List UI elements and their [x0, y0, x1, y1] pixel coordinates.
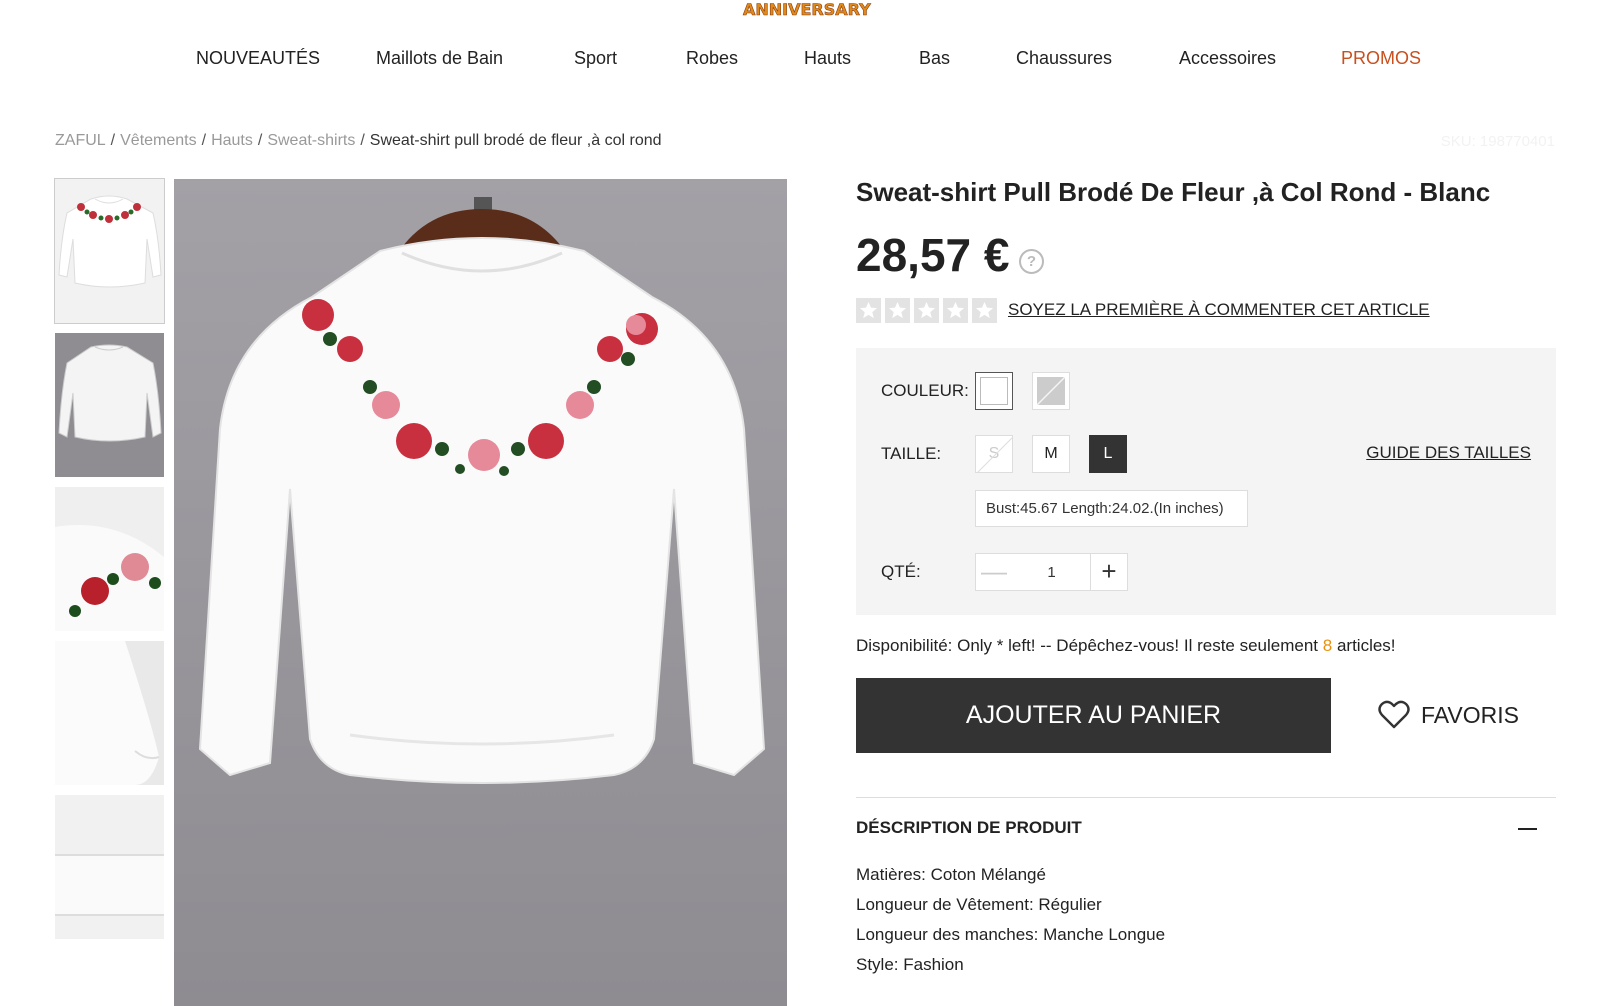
breadcrumb: ZAFUL / Vêtements / Hauts / Sweat-shirts / Sweat…: [55, 132, 662, 150]
color-swatch-white[interactable]: [975, 372, 1013, 410]
add-to-cart-button[interactable]: AJOUTER AU PANIER: [856, 678, 1331, 753]
site-logo[interactable]: ANNIVERSARY: [743, 0, 871, 24]
sleeve-detail-thumb-image: [55, 487, 164, 631]
quantity-increase-button[interactable]: +: [1090, 553, 1128, 591]
breadcrumb-separator: /: [257, 132, 263, 149]
description-line: Matières: Coton Mélangé: [856, 865, 1046, 884]
thumbnail-hem[interactable]: [55, 795, 164, 939]
sweatshirt-photo: [174, 179, 787, 1006]
thumbnail-sleeve[interactable]: [55, 487, 164, 631]
size-measurements: Bust:45.67 Length:24.02.(In inches): [975, 490, 1248, 527]
star-icon: [914, 298, 939, 323]
section-divider: [856, 797, 1556, 798]
breadcrumb-separator: /: [201, 132, 207, 149]
nav-item-chaussures[interactable]: Chaussures: [1016, 48, 1112, 69]
quantity-label: QTÉ:: [881, 562, 921, 581]
nav-item-promos[interactable]: PROMOS: [1341, 48, 1421, 69]
nav-item-accessoires[interactable]: Accessoires: [1179, 48, 1276, 69]
product-main-image[interactable]: [174, 179, 787, 1006]
star-icon: [943, 298, 968, 323]
question-icon[interactable]: ?: [1019, 249, 1044, 274]
hem-detail-thumb-image: [55, 795, 164, 939]
breadcrumb-separator: /: [110, 132, 116, 149]
description-line: Longueur de Vêtement: Régulier: [856, 895, 1102, 914]
sweatshirt-back-thumb-image: [55, 333, 164, 477]
availability-prefix: Disponibilité: Only * left! -- Dépêchez-…: [856, 636, 1323, 655]
thumbnail-front[interactable]: [54, 178, 165, 324]
description-line: Longueur des manches: Manche Longue: [856, 925, 1166, 944]
size-option-label: M: [1044, 445, 1058, 462]
product-title: Sweat-shirt Pull Brodé De Fleur ,à Col R…: [856, 177, 1491, 207]
color-swatch-fill: [980, 377, 1008, 405]
nav-item-sport[interactable]: Sport: [574, 48, 617, 69]
main-nav: NOUVEAUTÉS Maillots de Bain Sport Robes …: [0, 48, 1600, 72]
favorites-label: FAVORIS: [1421, 702, 1519, 728]
nav-item-nouveautes[interactable]: NOUVEAUTÉS: [196, 48, 320, 69]
write-review-link[interactable]: SOYEZ LA PREMIÈRE À COMMENTER CET ARTICL…: [1008, 300, 1430, 320]
size-option-label: L: [1103, 445, 1113, 462]
nav-item-bas[interactable]: Bas: [919, 48, 950, 69]
nav-item-robes[interactable]: Robes: [686, 48, 738, 69]
size-label: TAILLE:: [881, 444, 942, 463]
breadcrumb-separator: /: [360, 132, 365, 149]
nav-item-hauts[interactable]: Hauts: [804, 48, 851, 69]
breadcrumb-current: Sweat-shirt pull brodé de fleur ,à col r…: [369, 132, 662, 149]
breadcrumb-sweat-shirts[interactable]: Sweat-shirts: [267, 132, 355, 149]
size-option-l[interactable]: L: [1089, 435, 1127, 473]
collapse-minus-icon[interactable]: [1518, 828, 1537, 830]
thumbnail-back[interactable]: [55, 333, 164, 477]
unavailable-slash-icon: [1036, 376, 1066, 406]
quantity-input[interactable]: [1012, 553, 1091, 591]
product-options-panel: COULEUR: TAILLE: S M L GUIDE DES TAILLES…: [856, 348, 1556, 615]
heart-icon: [1378, 700, 1410, 729]
cuff-detail-thumb-image: [55, 641, 164, 785]
size-option-s[interactable]: S: [975, 435, 1013, 473]
product-sku: SKU: 198770401: [1440, 133, 1555, 150]
unavailable-slash-icon: [977, 437, 1012, 472]
rating-stars[interactable]: [856, 298, 1001, 323]
color-swatch-fill: [1036, 376, 1066, 406]
description-line: Style: Fashion: [856, 955, 964, 974]
star-icon: [972, 298, 997, 323]
sweatshirt-front-thumb-image: [55, 179, 164, 323]
size-guide-link[interactable]: GUIDE DES TAILLES: [1366, 443, 1531, 463]
quantity-decrease-button[interactable]: —: [975, 553, 1013, 591]
nav-item-maillots[interactable]: Maillots de Bain: [376, 48, 503, 69]
breadcrumb-zaful[interactable]: ZAFUL: [55, 132, 106, 149]
breadcrumb-vetements[interactable]: Vêtements: [120, 132, 196, 149]
color-swatch-grey[interactable]: [1032, 372, 1070, 410]
stock-count: 8: [1322, 636, 1333, 655]
availability-suffix: articles!: [1332, 636, 1396, 655]
star-icon: [856, 298, 881, 323]
product-price: 28,57 €: [856, 229, 1010, 281]
breadcrumb-hauts[interactable]: Hauts: [211, 132, 253, 149]
availability-text: Disponibilité: Only * left! -- Dépêchez-…: [856, 636, 1396, 656]
star-icon: [885, 298, 910, 323]
logo-text: ANNIVERSARY: [743, 0, 871, 19]
color-label: COULEUR:: [881, 381, 969, 400]
thumbnail-cuff[interactable]: [55, 641, 164, 785]
description-header[interactable]: DÉSCRIPTION DE PRODUIT: [856, 818, 1082, 838]
size-option-m[interactable]: M: [1032, 435, 1070, 473]
